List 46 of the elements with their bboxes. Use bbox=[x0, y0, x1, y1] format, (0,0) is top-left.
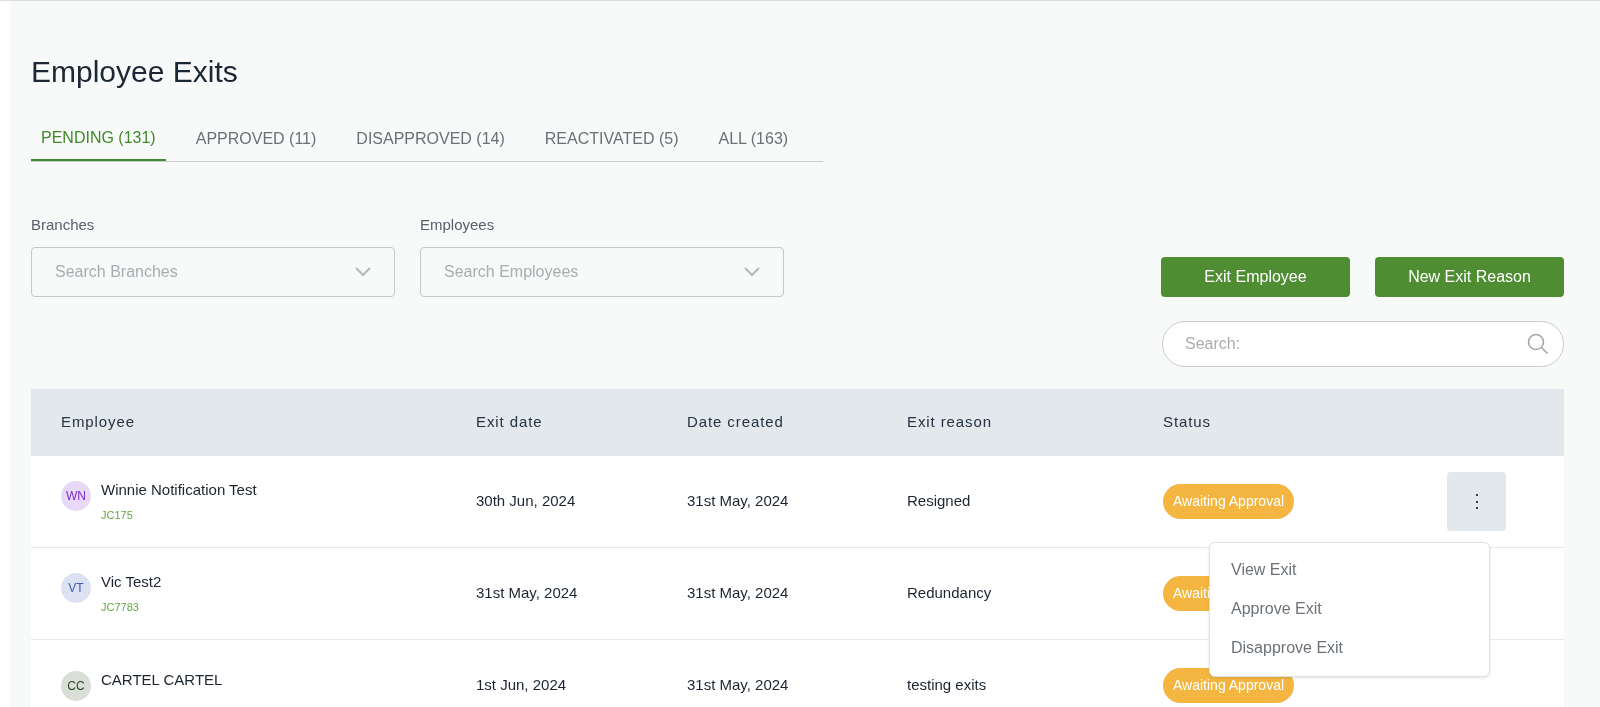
column-header: Date created bbox=[687, 411, 784, 432]
employee-code: JC7783 bbox=[101, 600, 139, 615]
avatar: VT bbox=[61, 572, 91, 603]
employee-name: CARTEL CARTEL bbox=[101, 670, 223, 690]
filter-label: Employees bbox=[420, 215, 495, 235]
tab[interactable]: DISAPPROVED (14) bbox=[346, 117, 515, 161]
status-badge: Awaiting Approval bbox=[1163, 483, 1295, 519]
menu-item[interactable]: View Exit bbox=[1210, 550, 1489, 590]
menu-item[interactable]: Disapprove Exit bbox=[1210, 628, 1489, 668]
table-cell-text: 31st May, 2024 bbox=[687, 490, 789, 511]
table-cell-text: 31st May, 2024 bbox=[476, 582, 578, 603]
chevron-down-icon bbox=[744, 266, 760, 277]
column-header: Status bbox=[1163, 411, 1211, 432]
search-icon bbox=[1527, 332, 1549, 355]
select-input[interactable]: Search Employees bbox=[444, 259, 694, 284]
table-cell-text: 31st May, 2024 bbox=[687, 582, 789, 603]
column-header: Exit reason bbox=[907, 411, 992, 432]
more-options-button[interactable]: ⋮ bbox=[1447, 471, 1506, 531]
search-input[interactable]: Search: bbox=[1185, 331, 1485, 356]
employee-name: Vic Test2 bbox=[101, 571, 162, 592]
table-cell-text: 31st May, 2024 bbox=[687, 674, 789, 695]
menu-item[interactable]: Approve Exit bbox=[1210, 589, 1489, 629]
avatar: CC bbox=[61, 671, 91, 701]
avatar: WN bbox=[61, 480, 91, 511]
column-header: Exit date bbox=[476, 411, 543, 432]
search-field[interactable]: Search: bbox=[1162, 320, 1564, 367]
table-cell-text: Resigned bbox=[907, 490, 971, 511]
table-cell-text: 30th Jun, 2024 bbox=[476, 490, 576, 511]
table-cell-text: testing exits bbox=[907, 674, 987, 695]
select-field[interactable]: Search Employees bbox=[420, 246, 784, 297]
table-cell-text: 1st Jun, 2024 bbox=[476, 674, 567, 695]
table-cell-text: Redundancy bbox=[907, 582, 992, 603]
action-button[interactable]: New Exit Reason bbox=[1375, 256, 1564, 297]
select-field[interactable]: Search Branches bbox=[31, 246, 395, 297]
employee-name: Winnie Notification Test bbox=[101, 479, 257, 500]
tab[interactable]: APPROVED (11) bbox=[185, 117, 327, 161]
select-input[interactable]: Search Branches bbox=[55, 259, 305, 284]
tab[interactable]: ALL (163) bbox=[708, 117, 799, 161]
tab[interactable]: PENDING (131) bbox=[31, 117, 166, 161]
chevron-down-icon bbox=[355, 266, 371, 277]
column-header: Employee bbox=[61, 411, 135, 432]
employee-code: JC175 bbox=[101, 508, 133, 523]
page-title: Employee Exits bbox=[31, 54, 238, 90]
action-button[interactable]: Exit Employee bbox=[1161, 256, 1350, 297]
tab[interactable]: REACTIVATED (5) bbox=[534, 117, 689, 161]
filter-label: Branches bbox=[31, 215, 95, 235]
